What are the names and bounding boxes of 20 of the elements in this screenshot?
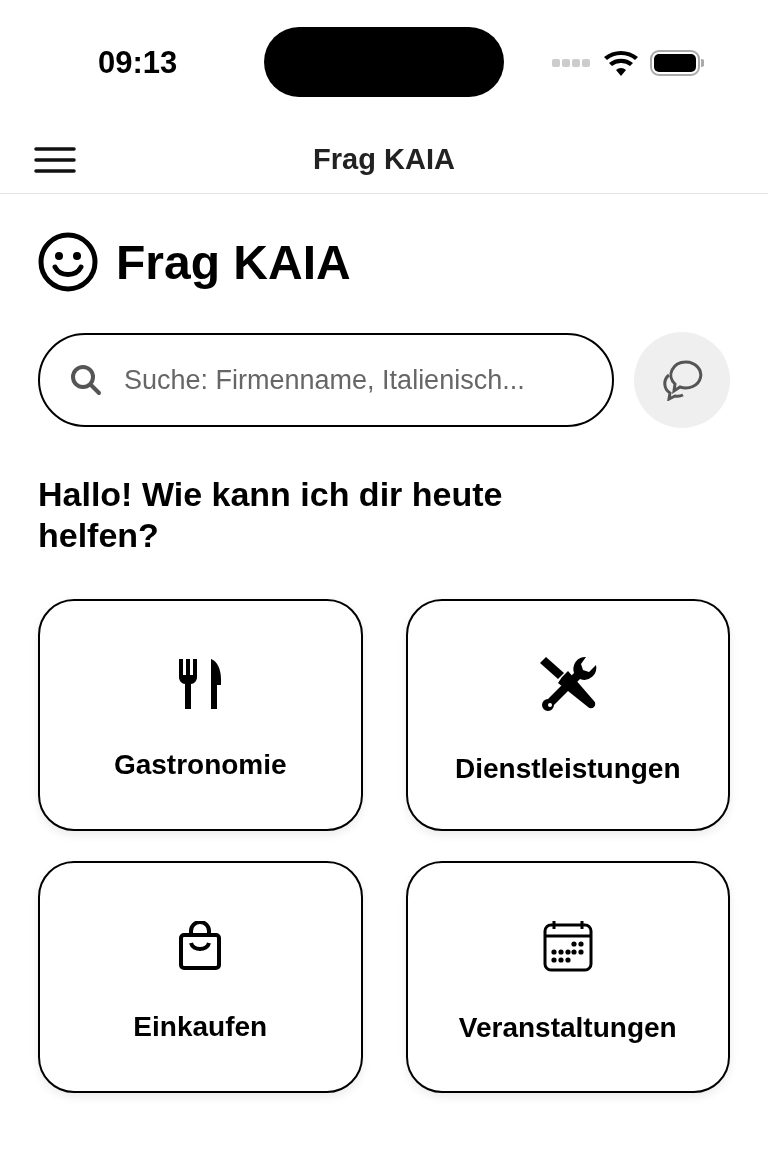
calendar-icon xyxy=(542,919,593,972)
page-title: Frag KAIA xyxy=(116,234,351,290)
status-time: 09:13 xyxy=(98,44,179,81)
category-card[interactable]: Dienstleistungen xyxy=(405,598,730,831)
fork-knife-icon xyxy=(177,658,224,709)
search-input[interactable]: Suche: Firmenname, Italienisch... xyxy=(122,363,582,397)
wifi-icon xyxy=(604,49,638,76)
category-card[interactable]: Einkaufen xyxy=(38,860,363,1093)
chat-bubbles-icon xyxy=(660,359,704,401)
search-field[interactable]: Suche: Firmenname, Italienisch... xyxy=(38,333,614,427)
menu-button[interactable] xyxy=(34,147,76,176)
shopping-bag-icon xyxy=(178,920,223,971)
smiley-icon xyxy=(38,232,98,292)
category-card[interactable]: Gastronomie xyxy=(38,598,363,831)
nav-title: Frag KAIA xyxy=(313,142,455,176)
battery-icon xyxy=(650,49,704,76)
search-icon xyxy=(70,364,102,396)
greeting-heading: Hallo! Wie kann ich dir heute helfen? xyxy=(38,474,504,557)
cellular-signal-icon xyxy=(552,57,592,68)
category-card[interactable]: Veranstaltungen xyxy=(405,860,730,1093)
